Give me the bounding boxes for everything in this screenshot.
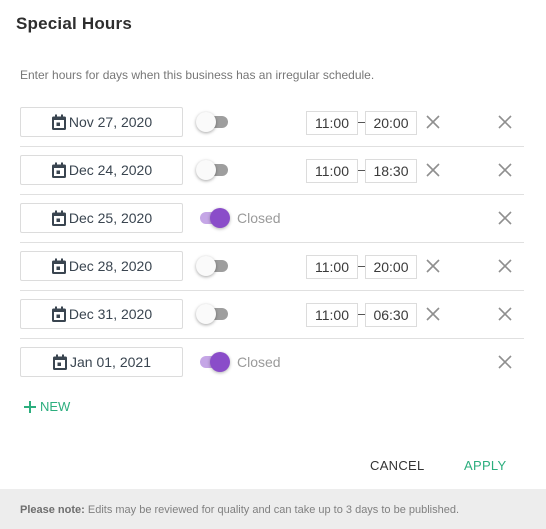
toggle-knob (196, 304, 216, 324)
date-value: Dec 25, 2020 (68, 210, 153, 226)
toggle-knob (196, 256, 216, 276)
date-value: Nov 27, 2020 (68, 114, 153, 130)
close-time-input[interactable]: 20:00 (365, 111, 417, 135)
close-icon (497, 258, 513, 274)
closed-toggle[interactable] (196, 304, 230, 324)
special-hours-row: Dec 25, 2020 Closed (20, 195, 524, 243)
close-icon (497, 162, 513, 178)
footer-note-text: Please note: Edits may be reviewed for q… (20, 504, 459, 516)
add-new-label: NEW (40, 399, 71, 414)
time-range-separator (358, 122, 365, 123)
date-picker-field[interactable]: Dec 31, 2020 (20, 299, 183, 329)
clear-time-button[interactable] (425, 162, 441, 178)
time-range-separator (358, 266, 365, 267)
close-icon (497, 354, 513, 370)
calendar-icon (52, 354, 68, 371)
special-hours-row: Dec 28, 2020 11:00 20:00 (20, 243, 524, 291)
close-time-input[interactable]: 06:30 (365, 303, 417, 327)
calendar-icon (51, 114, 67, 131)
calendar-icon (51, 306, 67, 323)
close-icon (425, 306, 441, 322)
dialog-subtitle: Enter hours for days when this business … (20, 68, 375, 82)
date-picker-field[interactable]: Dec 28, 2020 (20, 251, 183, 281)
toggle-knob (210, 208, 230, 228)
remove-row-button[interactable] (497, 210, 513, 226)
closed-toggle[interactable] (196, 256, 230, 276)
date-picker-field[interactable]: Dec 24, 2020 (20, 155, 183, 185)
closed-label: Closed (237, 354, 281, 370)
special-hours-row: Nov 27, 2020 11:00 20:00 (20, 99, 524, 147)
special-hours-row: Dec 24, 2020 11:00 18:30 (20, 147, 524, 195)
close-icon (497, 306, 513, 322)
clear-time-button[interactable] (425, 306, 441, 322)
footer-note-body: Edits may be reviewed for quality and ca… (84, 504, 460, 516)
date-value: Dec 31, 2020 (68, 306, 153, 322)
special-hours-row: Dec 31, 2020 11:00 06:30 (20, 291, 524, 339)
special-hours-list: Nov 27, 2020 11:00 20:00 Dec 24, 2020 11:00 1… (20, 99, 524, 386)
add-new-button[interactable]: NEW (23, 399, 70, 414)
date-picker-field[interactable]: Nov 27, 2020 (20, 107, 183, 137)
calendar-icon (51, 258, 67, 275)
footer-note-label: Please note: (20, 504, 85, 516)
close-time-input[interactable]: 18:30 (365, 159, 417, 183)
remove-row-button[interactable] (497, 354, 513, 370)
dialog-title: Special Hours (16, 14, 132, 33)
cancel-button[interactable]: CANCEL (370, 458, 425, 473)
toggle-knob (196, 160, 216, 180)
closed-toggle[interactable] (196, 208, 230, 228)
open-time-input[interactable]: 11:00 (306, 303, 358, 327)
remove-row-button[interactable] (497, 114, 513, 130)
closed-toggle[interactable] (196, 160, 230, 180)
open-time-input[interactable]: 11:00 (306, 255, 358, 279)
remove-row-button[interactable] (497, 306, 513, 322)
clear-time-button[interactable] (425, 258, 441, 274)
remove-row-button[interactable] (497, 258, 513, 274)
apply-button[interactable]: APPLY (464, 458, 506, 473)
closed-toggle[interactable] (196, 112, 230, 132)
close-icon (425, 258, 441, 274)
date-value: Dec 28, 2020 (68, 258, 153, 274)
remove-row-button[interactable] (497, 162, 513, 178)
close-icon (425, 114, 441, 130)
close-icon (497, 210, 513, 226)
toggle-knob (196, 112, 216, 132)
date-picker-field[interactable]: Jan 01, 2021 (20, 347, 183, 377)
calendar-icon (51, 162, 67, 179)
time-range-separator (358, 170, 365, 171)
closed-toggle[interactable] (196, 352, 230, 372)
special-hours-row: Jan 01, 2021 Closed (20, 339, 524, 386)
close-icon (425, 162, 441, 178)
plus-icon (24, 400, 36, 413)
close-icon (497, 114, 513, 130)
toggle-knob (210, 352, 230, 372)
open-time-input[interactable]: 11:00 (306, 159, 358, 183)
date-picker-field[interactable]: Dec 25, 2020 (20, 203, 183, 233)
closed-label: Closed (237, 210, 281, 226)
footer-note: Please note: Edits may be reviewed for q… (0, 489, 546, 529)
clear-time-button[interactable] (425, 114, 441, 130)
date-value: Dec 24, 2020 (68, 162, 153, 178)
open-time-input[interactable]: 11:00 (306, 111, 358, 135)
calendar-icon (51, 210, 67, 227)
date-value: Jan 01, 2021 (70, 354, 151, 370)
time-range-separator (358, 314, 365, 315)
close-time-input[interactable]: 20:00 (365, 255, 417, 279)
